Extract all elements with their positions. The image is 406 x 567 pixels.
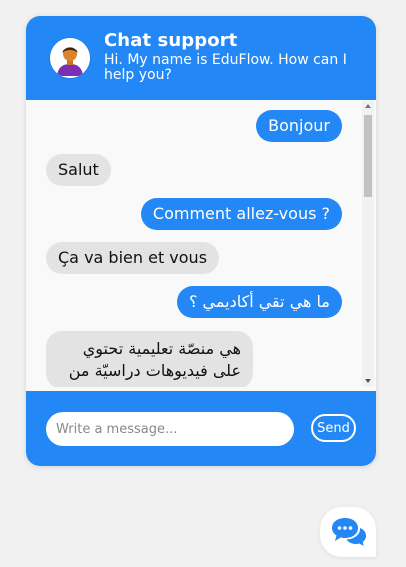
message-list: Bonjour Salut Comment allez-vous ? Ça va… (26, 100, 376, 387)
user-message: ما هي تقي أكاديمي ؟ (176, 286, 342, 318)
bot-message: هي منصّة تعليمية تحتوي على فيديوهات دراس… (46, 331, 253, 387)
chat-title: Chat support (104, 30, 238, 51)
scroll-thumb[interactable] (364, 115, 372, 197)
person-avatar-icon (50, 38, 90, 78)
composer: Send (26, 391, 376, 466)
chat-launcher-button[interactable] (320, 507, 376, 557)
message-scrollbar[interactable] (362, 101, 374, 386)
user-message: Comment allez-vous ? (140, 198, 342, 230)
chat-window: Chat support Hi. My name is EduFlow. How… (26, 16, 376, 466)
chat-header: Chat support Hi. My name is EduFlow. How… (26, 16, 376, 100)
scroll-down-icon[interactable] (365, 379, 371, 383)
bot-message: Ça va bien et vous (46, 242, 220, 274)
send-button[interactable]: Send (311, 414, 356, 442)
chat-subtitle: Hi. My name is EduFlow. How can I help y… (104, 52, 347, 83)
scroll-up-icon[interactable] (365, 104, 371, 108)
user-message: Bonjour (256, 110, 342, 142)
message-input[interactable] (46, 412, 294, 446)
chat-bubbles-icon (332, 518, 366, 546)
bot-message: Salut (46, 154, 111, 186)
